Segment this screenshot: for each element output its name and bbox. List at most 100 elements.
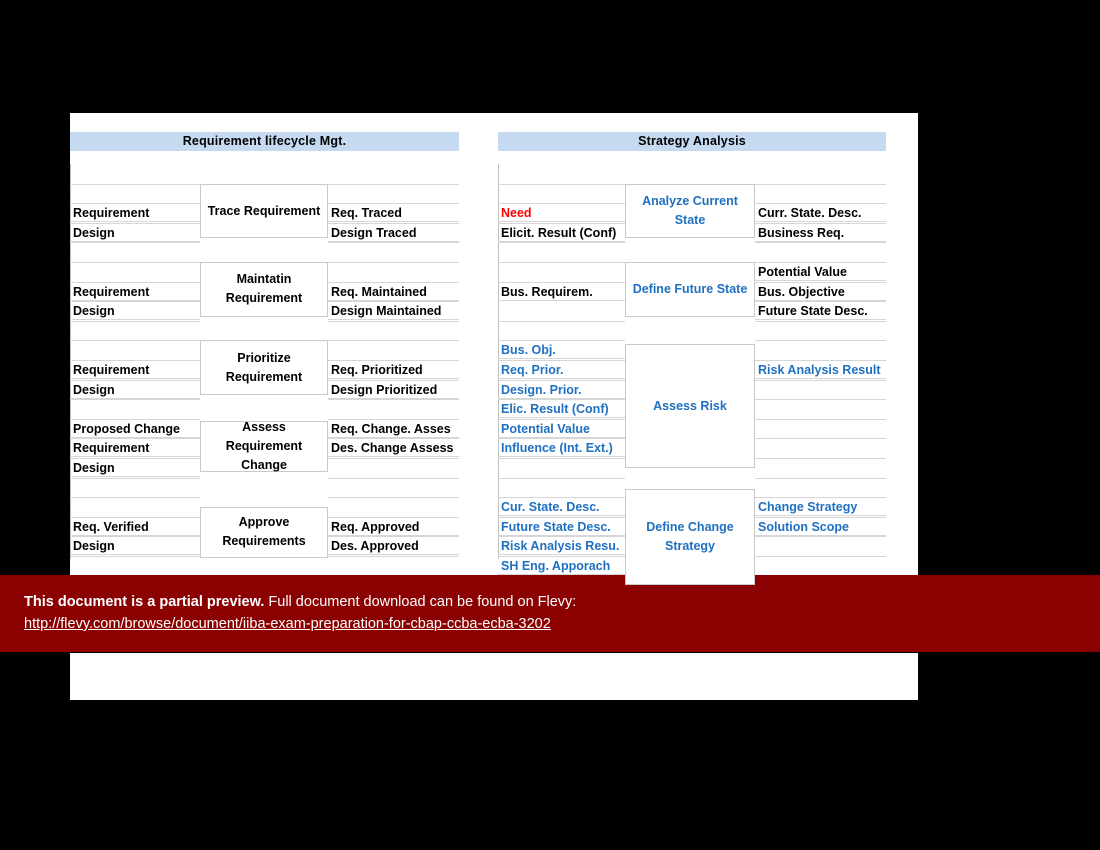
grid-right: Need Elicit. Result (Conf) Curr. State. De… [498,164,886,597]
process-box: Prioritize Requirement [200,340,328,396]
panel-title-strategy-analysis: Strategy Analysis [498,132,886,151]
grid-rule [755,242,886,244]
grid-rule [755,262,886,263]
grid-rule [498,242,625,244]
grid-cell: Req. Prioritized [328,360,459,379]
grid-rule [328,556,459,557]
grid-rule [70,418,200,420]
grid-cell: Solution Scope [755,516,886,536]
grid-cell: Business Req. [755,222,886,242]
grid-rule [498,340,625,342]
grid-rule [70,242,200,244]
grid-rule [755,379,886,381]
grid-rule [70,477,200,479]
grid-cell: Influence (Int. Ext.) [498,438,625,458]
grid-cell: Design Prioritized [328,379,459,399]
grid-rule [328,340,459,342]
grid-cell: Elicit. Result (Conf) [498,222,625,242]
grid-rule [70,497,200,499]
grid-rule [328,183,459,185]
grid-rule [755,340,886,342]
grid-cell: Bus. Objective [755,281,886,301]
grid-rule [755,418,886,420]
panel-title-requirement-lifecycle: Requirement lifecycle Mgt. [70,132,459,151]
grid-rule [755,438,886,440]
grid-rule [755,399,886,401]
grid-rule [70,262,200,263]
banner-notice-rest: Full document download can be found on F… [264,594,577,610]
grid-cell: Req. Change. Asses [328,418,459,438]
grid-rule [70,458,200,459]
grid-cell: Req. Verified [70,516,200,536]
grid-cell: Cur. State. Desc. [498,497,625,517]
grid-cell: Design Traced [328,222,459,242]
grid-rule [70,556,200,557]
grid-cell: Req. Prior. [498,360,625,379]
banner-url[interactable]: http://flevy.com/browse/document/iiba-ex… [24,616,551,632]
grid-rule [70,320,200,322]
grid-rule [755,556,886,557]
screenshot-stage: Requirement lifecycle Mgt. Requirement De… [0,0,1100,850]
grid-rule [328,399,459,401]
grid-rule [498,477,625,479]
grid-rule [498,183,625,185]
process-box: Assess Risk [625,344,755,468]
grid-cell: Proposed Change [70,418,200,438]
grid-rule [328,418,459,420]
process-box: Assess Requirement Change [200,420,328,472]
grid-cell: Potential Value [498,418,625,438]
grid-cell: Design [70,458,200,477]
grid-rule [755,320,886,322]
grid-cell: Future State Desc. [755,301,886,321]
process-box: Trace Requirement [200,183,328,239]
banner-notice: This document is a partial preview. Full… [24,594,576,610]
grid-rule [70,340,200,342]
grid-cell: Design [70,222,200,242]
grid-rule [328,497,459,499]
grid-cell: Curr. State. Desc. [755,203,886,223]
grid-cell: Requirement [70,438,200,458]
grid-cell: Design [70,536,200,556]
panel-requirement-lifecycle: Requirement lifecycle Mgt. Requirement De… [70,132,459,577]
grid-cell: Design [70,379,200,399]
process-box: Analyze Current State [625,183,755,239]
grid-rule [328,477,459,479]
grid-cell: Req. Maintained [328,281,459,301]
grid-rule [755,536,886,538]
process-box: Approve Requirements [200,507,328,558]
grid-rule [70,399,200,401]
grid-cell: Future State Desc. [498,516,625,536]
grid-rule [328,320,459,322]
grid-rule [755,458,886,459]
grid-cell: Design. Prior. [498,379,625,399]
grid-rule [328,458,459,459]
grid-left: Requirement Design Req. Traced Design Trace… [70,164,459,577]
banner-notice-bold: This document is a partial preview. [24,594,265,610]
panel-strategy-analysis: Strategy Analysis Need Elicit. Result (Co… [498,132,886,597]
grid-rule [328,242,459,244]
grid-cell: Change Strategy [755,497,886,517]
grid-cell: Design Maintained [328,301,459,321]
grid-cell: Requirement [70,203,200,223]
grid-cell: Requirement [70,281,200,301]
grid-rule [498,262,625,263]
process-box: Maintatin Requirement [200,262,328,317]
grid-cell: SH Eng. Apporach [498,556,625,575]
grid-cell: Req. Approved [328,516,459,536]
grid-rule [328,262,459,263]
grid-rule [755,183,886,185]
grid-cell: Risk Analysis Result [755,360,886,379]
grid-rule [498,320,625,322]
process-box: Define Future State [625,262,755,317]
grid-cell: Requirement [70,360,200,379]
grid-cell: Bus. Obj. [498,340,625,360]
grid-cell: Des. Approved [328,536,459,556]
slide-canvas-bottom [70,653,918,700]
grid-cell: Elic. Result (Conf) [498,399,625,419]
grid-rule [498,458,625,459]
grid-rule [70,183,200,185]
grid-rule [755,477,886,479]
grid-cell: Bus. Requirem. [498,281,625,301]
process-box: Define Change Strategy [625,489,755,586]
grid-cell: Potential Value [755,262,886,281]
